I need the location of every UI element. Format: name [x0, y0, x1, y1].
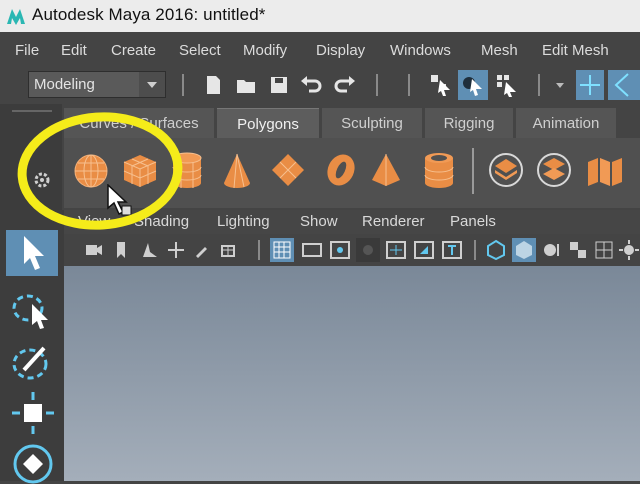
status-line: Modeling — [0, 70, 640, 104]
select-arrow-icon — [24, 236, 44, 270]
checker-icon[interactable] — [566, 238, 590, 262]
bookmark-icon[interactable] — [114, 240, 128, 260]
wireframe-icon[interactable] — [484, 238, 508, 262]
save-scene-icon[interactable] — [266, 72, 292, 98]
menu-windows[interactable]: Windows — [390, 42, 451, 59]
snap-to-grid-button[interactable] — [576, 70, 604, 100]
paint-brush-icon[interactable] — [192, 240, 212, 260]
select-by-hierarchy-icon[interactable] — [428, 72, 454, 98]
panel-menu-panels[interactable]: Panels — [450, 213, 496, 230]
divider — [182, 74, 184, 96]
select-tool-button[interactable] — [6, 230, 58, 276]
menu-create[interactable]: Create — [111, 42, 156, 59]
grid-icon — [273, 241, 291, 259]
panel-menu-show[interactable]: Show — [300, 213, 338, 230]
menu-edit-mesh[interactable]: Edit Mesh — [542, 42, 609, 59]
poly-cone-icon[interactable] — [222, 151, 252, 191]
smooth-shade-icon — [516, 241, 532, 259]
menu-display[interactable]: Display — [316, 42, 365, 59]
chevron-down-icon[interactable] — [139, 72, 165, 97]
redo-icon[interactable] — [332, 72, 358, 98]
separate-icon[interactable] — [536, 152, 572, 188]
select-by-object-button[interactable] — [458, 70, 488, 100]
divider — [472, 148, 474, 194]
grid-toggle-button[interactable] — [270, 238, 294, 262]
resolution-gate-icon[interactable] — [328, 238, 352, 262]
undo-icon[interactable] — [298, 72, 324, 98]
panel-menu-shading[interactable]: Shading — [134, 213, 189, 230]
maya-logo-icon — [7, 9, 25, 25]
window-title: Autodesk Maya 2016: untitled* — [32, 5, 266, 24]
shelf-side-panel — [0, 104, 62, 210]
viewport-3d[interactable] — [64, 266, 640, 481]
divider — [408, 74, 410, 96]
snap-grid-icon — [580, 75, 600, 95]
menu-set-dropdown[interactable]: Modeling — [28, 71, 166, 98]
divider — [474, 240, 476, 260]
grease-pencil-icon[interactable] — [218, 240, 238, 260]
extract-icon[interactable] — [584, 152, 624, 190]
rotate-tool-icon[interactable] — [6, 438, 58, 484]
shadows-icon[interactable] — [592, 238, 616, 262]
gear-icon[interactable] — [32, 170, 52, 190]
menu-modify[interactable]: Modify — [243, 42, 287, 59]
toolbox — [0, 210, 64, 484]
poly-torus-icon[interactable] — [324, 151, 358, 189]
tab-curves-surfaces[interactable]: Curves / Surfaces — [64, 108, 214, 138]
shelf-tabs: Curves / Surfaces Polygons Sculpting Rig… — [64, 108, 640, 138]
divider — [258, 240, 260, 260]
camera-icon[interactable] — [84, 240, 104, 260]
divider — [376, 74, 378, 96]
gate-mask-icon — [363, 245, 373, 255]
lasso-tool-icon[interactable] — [6, 288, 58, 334]
title-bar: Autodesk Maya 2016: untitled* — [0, 0, 640, 32]
shelf-polygons — [64, 138, 640, 208]
film-gate-icon[interactable] — [300, 238, 324, 262]
panel-toolbar — [64, 234, 640, 266]
safe-action-icon[interactable] — [412, 238, 436, 262]
panel-menu-renderer[interactable]: Renderer — [362, 213, 425, 230]
gate-mask-button[interactable] — [356, 238, 380, 262]
poly-pipe-icon[interactable] — [422, 151, 456, 191]
move-camera-icon[interactable] — [166, 240, 186, 260]
field-chart-icon[interactable] — [384, 238, 408, 262]
poly-plane-icon[interactable] — [270, 152, 306, 188]
light-icon[interactable] — [618, 238, 640, 262]
snap-to-curve-button[interactable] — [608, 70, 640, 100]
open-scene-icon[interactable] — [234, 72, 260, 98]
poly-pyramid-icon[interactable] — [370, 152, 402, 188]
dropdown-arrow-icon[interactable] — [552, 72, 578, 98]
main-menu-bar: File Edit Create Select Modify Display W… — [0, 32, 640, 70]
select-by-component-icon[interactable] — [494, 72, 520, 98]
safe-title-icon[interactable] — [440, 238, 464, 262]
tab-sculpting[interactable]: Sculpting — [322, 108, 422, 138]
mouse-cursor-icon — [107, 184, 132, 216]
combine-icon[interactable] — [488, 152, 524, 188]
new-scene-icon[interactable] — [200, 72, 226, 98]
menu-file[interactable]: File — [15, 42, 39, 59]
divider — [538, 74, 540, 96]
tab-animation[interactable]: Animation — [516, 108, 616, 138]
select-object-icon — [463, 77, 482, 96]
tab-polygons[interactable]: Polygons — [217, 108, 319, 138]
menu-mesh[interactable]: Mesh — [481, 42, 518, 59]
smooth-shade-button[interactable] — [512, 238, 536, 262]
panel-menu-lighting[interactable]: Lighting — [217, 213, 270, 230]
panel-menu-bar: View Shading Lighting Show Renderer Pane… — [64, 210, 640, 234]
snap-curve-icon — [614, 73, 629, 97]
tab-rigging[interactable]: Rigging — [425, 108, 513, 138]
poly-cylinder-icon[interactable] — [170, 151, 204, 191]
divider — [12, 110, 52, 112]
menu-select[interactable]: Select — [179, 42, 221, 59]
lighting-icon[interactable] — [540, 238, 564, 262]
paint-select-tool-icon[interactable] — [6, 338, 58, 384]
move-tool-icon[interactable] — [6, 390, 58, 436]
image-plane-icon[interactable] — [140, 240, 160, 260]
poly-sphere-icon[interactable] — [72, 152, 110, 190]
menu-edit[interactable]: Edit — [61, 42, 87, 59]
menu-set-value: Modeling — [34, 76, 95, 93]
